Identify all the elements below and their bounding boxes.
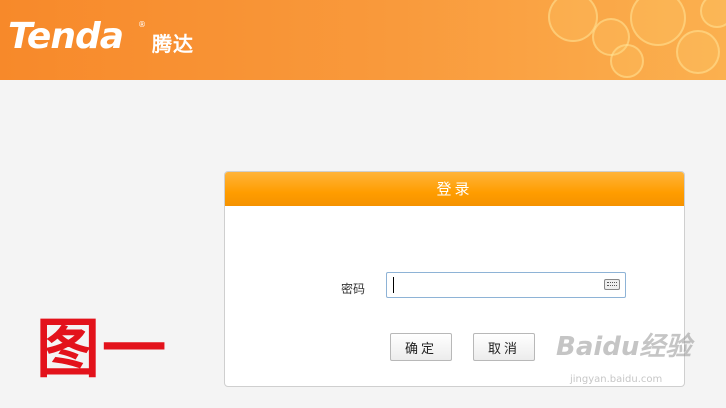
bokeh-decoration [610, 44, 644, 78]
baidu-watermark: Baidu经验 [556, 332, 692, 362]
password-input[interactable] [386, 272, 626, 298]
bokeh-decoration [676, 30, 720, 74]
baidu-watermark-url: jingyan.baidu.com [570, 374, 663, 385]
confirm-button[interactable]: 确定 [390, 333, 452, 361]
text-cursor [393, 277, 394, 293]
login-title: 登录 [225, 172, 684, 206]
cancel-button[interactable]: 取消 [473, 333, 535, 361]
top-banner: Tenda ® 腾达 [0, 0, 726, 80]
figure-annotation: 图一 [36, 313, 168, 387]
password-label: 密码 [341, 282, 366, 296]
tenda-logo: Tenda [8, 16, 124, 57]
keyboard-icon[interactable] [604, 279, 620, 290]
bokeh-decoration [548, 0, 598, 42]
registered-mark: ® [138, 20, 146, 29]
bokeh-decoration [700, 0, 726, 28]
bokeh-decoration [630, 0, 686, 46]
tenda-logo-cn: 腾达 [152, 32, 194, 56]
